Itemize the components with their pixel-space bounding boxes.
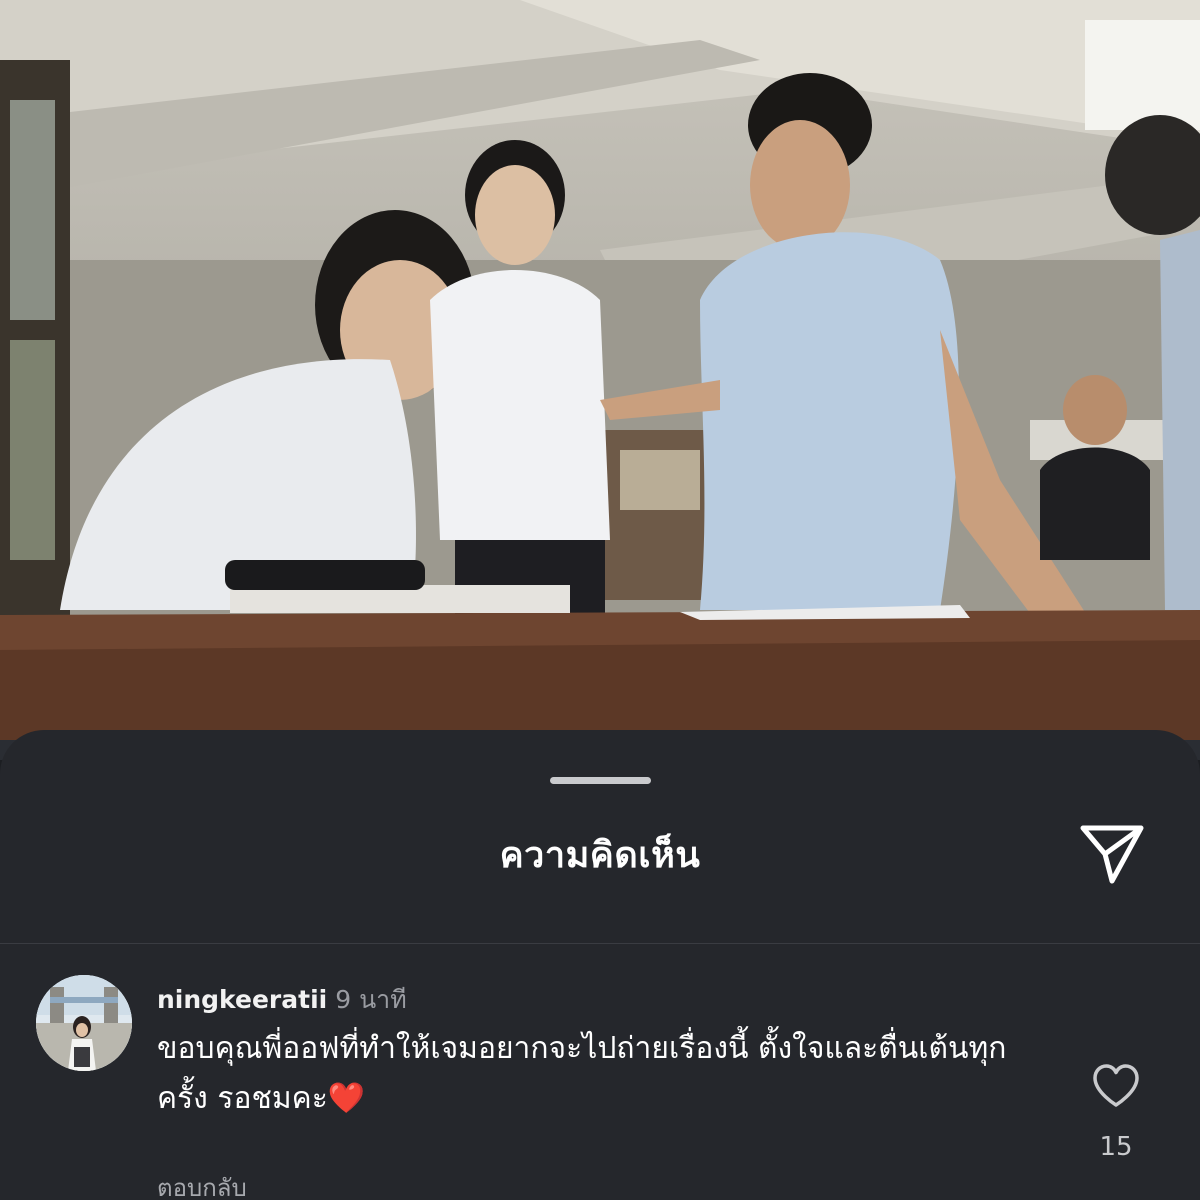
send-icon [1080,825,1144,884]
like-button[interactable] [1090,1060,1142,1112]
comments-sheet: ความคิดเห็น ningkeeratii 9 นาที ขอบคุณพี… [0,730,1200,1200]
comment-time: 9 นาที [335,985,407,1014]
comment-username[interactable]: ningkeeratii [157,985,327,1014]
reply-button[interactable]: ตอบกลับ [157,1168,247,1200]
classroom-photo-illustration [0,0,1200,760]
like-count: 15 [1099,1132,1133,1162]
comment-item: ningkeeratii 9 นาที ขอบคุณพี่ออฟที่ทำให้เ… [0,972,1200,1200]
divider [0,943,1200,944]
comment-header: ningkeeratii 9 นาที [157,980,407,1020]
share-button[interactable] [1072,812,1152,892]
avatar-photo [36,975,132,1071]
comment-text: ขอบคุณพี่ออฟที่ทำให้เจมอยากจะไปถ่ายเรื่อ… [157,1031,1007,1116]
heart-icon [1093,1064,1139,1107]
post-photo [0,0,1200,760]
sheet-drag-handle[interactable] [550,777,651,784]
avatar[interactable] [36,975,132,1071]
sheet-title: ความคิดเห็น [499,835,701,876]
